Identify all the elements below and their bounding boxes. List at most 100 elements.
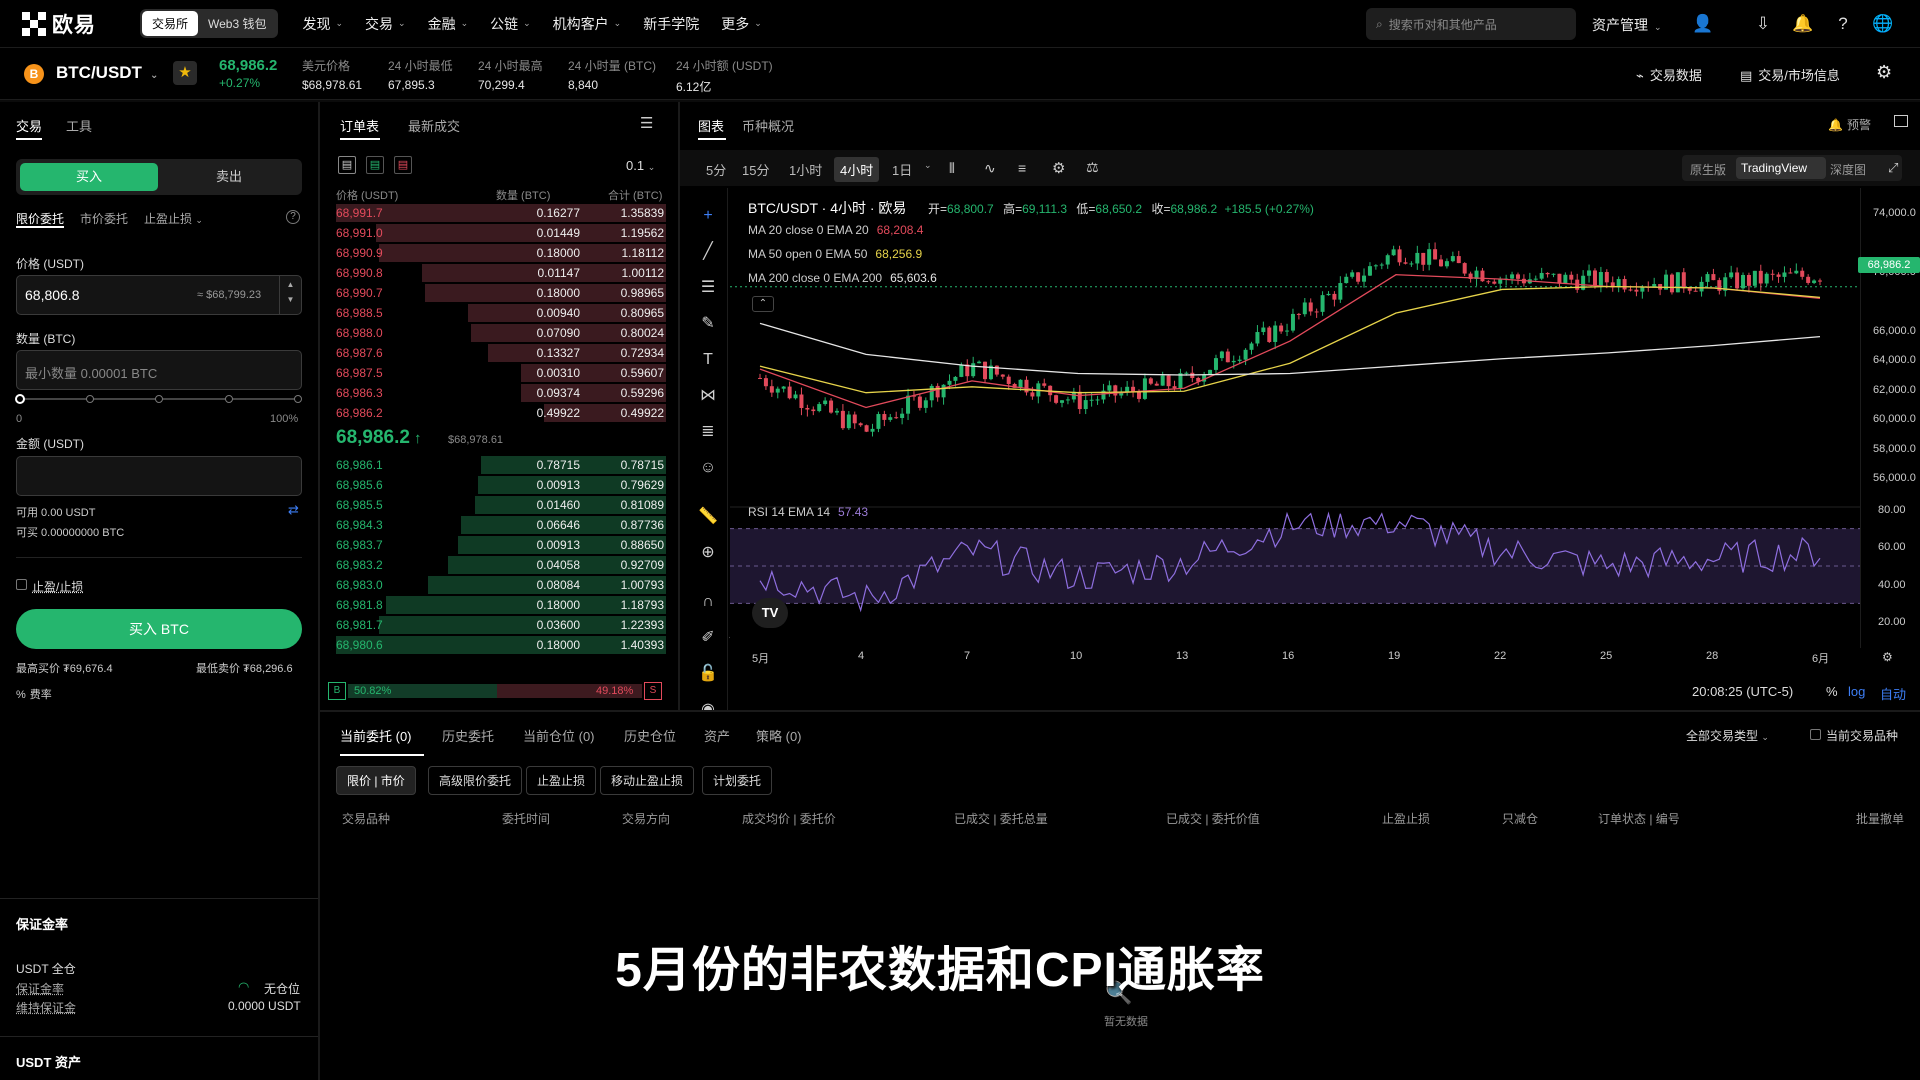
order-tab-2[interactable]: 当前仓位 (0)	[523, 726, 595, 745]
info-icon[interactable]: ?	[286, 210, 300, 224]
qty-input[interactable]: 最小数量 0.00001 BTC	[16, 350, 302, 390]
alert-button[interactable]: 🔔 预警	[1828, 116, 1871, 133]
slider-tick[interactable]	[225, 395, 233, 403]
view-bids-icon[interactable]: ▤	[366, 156, 384, 174]
current-pair-checkbox[interactable]	[1810, 729, 1821, 740]
slider-tick[interactable]	[86, 395, 94, 403]
orderbook-row[interactable]: 68,991.0 0.01449 1.19562	[336, 223, 666, 243]
orderbook-row[interactable]: 68,983.2 0.04058 0.92709	[336, 555, 666, 575]
nav-menu-item[interactable]: 机构客户 ⌄	[553, 14, 622, 34]
auto-scale-toggle[interactable]: 自动	[1880, 684, 1906, 703]
ma-legend-item[interactable]: MA 200 close 0 EMA 200 65,603.6	[748, 271, 937, 285]
emoji-icon[interactable]: ☺	[697, 457, 719, 479]
tab-web3-wallet[interactable]: Web3 钱包	[198, 11, 276, 36]
order-tab-1[interactable]: 历史委托	[442, 726, 494, 745]
ma-legend-item[interactable]: MA 20 close 0 EMA 20 68,208.4	[748, 223, 923, 237]
orderbook-row[interactable]: 68,987.6 0.13327 0.72934	[336, 343, 666, 363]
order-type-limit[interactable]: 限价委托	[16, 210, 64, 227]
market-info-link[interactable]: ▤ 交易/市场信息	[1740, 65, 1840, 84]
orderbook-row[interactable]: 68,981.7 0.03600 1.22393	[336, 615, 666, 635]
interval-1[interactable]: 15分	[736, 157, 775, 182]
lock-icon[interactable]: 🔓	[697, 663, 719, 685]
orderbook-row[interactable]: 68,990.7 0.18000 0.98965	[336, 283, 666, 303]
nav-menu-item[interactable]: 金融 ⌄	[428, 14, 469, 34]
order-tab-5[interactable]: 策略 (0)	[756, 726, 802, 745]
brush-icon[interactable]: ✎	[697, 313, 719, 335]
amount-input[interactable]	[16, 456, 302, 496]
log-scale-toggle[interactable]: log	[1848, 684, 1865, 699]
pattern-icon[interactable]: ⋈	[697, 385, 719, 407]
text-icon[interactable]: T	[697, 349, 719, 371]
nav-menu-item[interactable]: 发现 ⌄	[302, 14, 343, 34]
tab-tools[interactable]: 工具	[66, 116, 92, 135]
interval-2[interactable]: 1小时	[783, 157, 828, 182]
help-icon[interactable]: ?	[1832, 13, 1854, 35]
crosshair-icon[interactable]: +	[697, 205, 719, 227]
price-stepper[interactable]: ▲ ▼	[279, 276, 301, 314]
horizontal-lines-icon[interactable]: ☰	[697, 277, 719, 299]
view-both-icon[interactable]: ▤	[338, 156, 356, 174]
lock-drawing-icon[interactable]: ✐	[697, 627, 719, 649]
tab-recent-trades[interactable]: 最新成交	[408, 116, 460, 135]
orderbook-row[interactable]: 68,983.7 0.00913 0.88650	[336, 535, 666, 555]
expand-icon[interactable]: ⤢	[1888, 160, 1898, 176]
fee-link[interactable]: % 费率	[16, 686, 52, 702]
order-column-9[interactable]: 批量撤单	[1856, 810, 1904, 827]
favorite-star-icon[interactable]: ★	[173, 61, 197, 85]
ruler-icon[interactable]: 📏	[697, 506, 719, 528]
nav-menu-item[interactable]: 新手学院	[643, 14, 699, 34]
okx-logo[interactable]: 欧易	[22, 9, 112, 39]
orderbook-row[interactable]: 68,991.7 0.16277 1.35839	[336, 203, 666, 223]
indicators-icon[interactable]: ∿	[984, 160, 996, 177]
download-icon[interactable]: ⇩	[1752, 13, 1774, 35]
tradingview-logo-icon[interactable]: TV	[752, 598, 788, 628]
orderbook-row[interactable]: 68,981.8 0.18000 1.18793	[336, 595, 666, 615]
interval-3[interactable]: 4小时	[834, 157, 880, 182]
ma-legend-item[interactable]: MA 50 open 0 EMA 50 68,256.9	[748, 247, 922, 261]
buy-btc-button[interactable]: 买入 BTC	[16, 609, 302, 649]
order-tab-0[interactable]: 当前委托 (0)	[340, 726, 412, 745]
slider-tick[interactable]	[294, 395, 302, 403]
tab-orderbook[interactable]: 订单表	[340, 116, 379, 135]
order-type-tpsl[interactable]: 止盈止损 ⌄	[144, 210, 203, 227]
fib-icon[interactable]: ≣	[697, 421, 719, 443]
order-subtab-1[interactable]: 高级限价委托	[428, 766, 523, 795]
orderbook-row[interactable]: 68,988.0 0.07090 0.80024	[336, 323, 666, 343]
tab-coin-overview[interactable]: 币种概况	[742, 116, 794, 135]
fullscreen-icon[interactable]	[1894, 115, 1908, 127]
nav-menu-item[interactable]: 公链 ⌄	[490, 14, 531, 34]
trendline-icon[interactable]: ╱	[697, 241, 719, 263]
tpsl-checkbox[interactable]	[16, 579, 27, 590]
orderbook-row[interactable]: 68,986.1 0.78715 0.78715	[336, 455, 666, 475]
settings-gear-icon[interactable]: ⚙	[1876, 62, 1892, 83]
bell-icon[interactable]: 🔔	[1792, 13, 1814, 35]
order-subtab-0[interactable]: 限价 | 市价	[336, 766, 416, 795]
compare-icon[interactable]: ⚖	[1086, 159, 1099, 176]
buy-side-button[interactable]: 买入	[20, 163, 158, 191]
transfer-icon[interactable]: ⇄	[288, 502, 299, 518]
pair-selector[interactable]: BTC/USDT ⌄	[56, 63, 158, 83]
interval-4[interactable]: 1日	[886, 157, 918, 182]
view-depth[interactable]: 深度图	[1830, 161, 1866, 178]
percent-scale-toggle[interactable]: %	[1826, 684, 1838, 699]
orderbook-row[interactable]: 68,980.6 0.18000 1.40393	[336, 635, 666, 655]
orderbook-row[interactable]: 68,986.3 0.09374 0.59296	[336, 383, 666, 403]
qty-slider-handle[interactable]	[15, 394, 25, 404]
orderbook-row[interactable]: 68,984.3 0.06646 0.87736	[336, 515, 666, 535]
axis-settings-icon[interactable]: ⚙	[1882, 650, 1893, 664]
orderbook-row[interactable]: 68,988.5 0.00940 0.80965	[336, 303, 666, 323]
interval-0[interactable]: 5分	[700, 157, 732, 182]
candle-type-icon[interactable]: ⫴	[949, 160, 955, 177]
orderbook-row[interactable]: 68,985.6 0.00913 0.79629	[336, 475, 666, 495]
layout-icon[interactable]: ≡	[1018, 160, 1026, 176]
chart-settings-icon[interactable]: ⚙	[1052, 159, 1065, 177]
order-subtab-3[interactable]: 移动止盈止损	[600, 766, 695, 795]
order-tab-3[interactable]: 历史仓位	[624, 726, 676, 745]
search-input[interactable]: ⌕ 搜索币对和其他产品	[1366, 8, 1576, 40]
view-tradingview[interactable]: TradingView	[1741, 161, 1807, 175]
order-subtab-2[interactable]: 止盈止损	[526, 766, 597, 795]
orderbook-row[interactable]: 68,987.5 0.00310 0.59607	[336, 363, 666, 383]
trade-data-link[interactable]: ⌁ 交易数据	[1636, 65, 1702, 84]
user-icon[interactable]: 👤	[1692, 13, 1714, 35]
globe-icon[interactable]: 🌐	[1872, 13, 1894, 35]
